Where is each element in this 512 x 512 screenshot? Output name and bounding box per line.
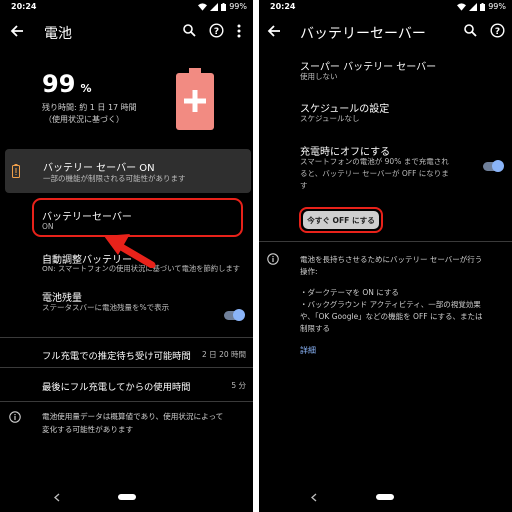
more-options-icon[interactable] — [237, 24, 241, 38]
usage-disclaimer-line1: 電池使用量データは概算値であり、使用状況によって — [42, 412, 224, 421]
app-bar: バッテリーセーバー ? — [259, 14, 512, 48]
back-arrow-icon[interactable] — [267, 24, 281, 38]
turn-off-now-label: 今すぐ OFF にする — [307, 216, 375, 225]
battery-status-icon — [221, 2, 227, 11]
battery-percent-unit: % — [80, 82, 92, 95]
help-icon[interactable]: ? — [490, 23, 505, 38]
nav-home-handle[interactable] — [118, 494, 136, 500]
status-battery-percent: 99% — [229, 2, 247, 11]
usage-since-charge-label: 最後にフル充電してからの使用時間 — [42, 382, 191, 393]
learn-more-link[interactable]: 詳細 — [300, 345, 316, 356]
status-icons: 99% — [457, 2, 506, 11]
toggle-knob — [233, 309, 245, 321]
usage-since-charge-value: 5 分 — [231, 381, 246, 390]
turn-off-now-button[interactable]: 今すぐ OFF にする — [303, 211, 379, 229]
battery-percentage-item[interactable]: 電池残量 ステータスバーに電池残量を%で表示 — [0, 282, 253, 330]
back-arrow-icon[interactable] — [10, 24, 24, 38]
search-icon[interactable] — [183, 24, 196, 37]
battery-saver-status: ON — [42, 222, 54, 231]
battery-saver-title: バッテリーセーバー — [42, 212, 132, 223]
turn-off-when-charged-item[interactable]: 充電時にオフにする スマートフォンの電池が 90% まで充電され ると、バッテリ… — [259, 137, 512, 193]
search-icon[interactable] — [464, 24, 477, 37]
remaining-time: 残り時間: 約 1 日 17 時間 — [42, 103, 137, 112]
usage-since-charge-row: 最後にフル充電してからの使用時間 5 分 — [0, 368, 253, 400]
info-icon — [9, 411, 21, 423]
info-bullet-2-line2: や、「OK Google」などの機能を OFF にする、または — [300, 312, 483, 321]
status-battery-percent: 99% — [488, 2, 506, 11]
signal-icon — [210, 2, 219, 11]
standby-time-row: フル充電での推定待ち受け可能時間 2 日 20 時間 — [0, 338, 253, 366]
info-bullet-1: ・ダークテーマを ON にする — [300, 288, 399, 297]
info-bullet-2-line1: ・バックグラウンド アクティビティ、一部の視覚効果 — [300, 300, 481, 309]
battery-percentage-subtitle: ステータスバーに電池残量を%で表示 — [42, 303, 170, 312]
turn-off-when-charged-desc-line1: スマートフォンの電池が 90% まで充電され — [300, 157, 449, 166]
signal-icon — [469, 2, 478, 11]
status-time: 20:24 — [11, 2, 37, 11]
status-time: 20:24 — [270, 2, 296, 11]
battery-alert-icon — [12, 164, 20, 178]
info-text-line1: 電池を長持ちさせるためにバッテリー セーバーが行う — [300, 255, 483, 264]
info-icon — [267, 253, 279, 265]
turn-off-when-charged-toggle[interactable] — [482, 160, 504, 172]
standby-time-label: フル充電での推定待ち受け可能時間 — [42, 351, 191, 362]
nav-home-handle[interactable] — [376, 494, 394, 500]
info-text-line2: 操作: — [300, 267, 318, 276]
turn-off-when-charged-desc-line2: ると、バッテリー セーバーが OFF になりま — [300, 169, 449, 178]
standby-time-value: 2 日 20 時間 — [202, 350, 246, 359]
schedule-subtitle: スケジュールなし — [300, 114, 360, 123]
battery-percent-value: 99 — [42, 70, 76, 98]
battery-percentage-toggle[interactable] — [223, 309, 245, 321]
nav-back-icon[interactable] — [311, 493, 317, 502]
wifi-icon — [457, 2, 467, 11]
page-title: 電池 — [44, 26, 72, 42]
navigation-bar — [259, 484, 512, 512]
card-subtitle: 一部の機能が制限される可能性があります — [43, 174, 186, 183]
card-title: バッテリー セーバー ON — [43, 163, 155, 174]
status-bar: 20:24 99% — [0, 0, 253, 14]
battery-saver-screen: 20:24 99% バッテリーセーバー ? スーパー バッテリー セーバー 使用… — [259, 0, 512, 512]
help-icon[interactable]: ? — [209, 23, 224, 38]
page-title: バッテリーセーバー — [300, 26, 426, 42]
svg-text:?: ? — [495, 27, 500, 37]
wifi-icon — [198, 2, 208, 11]
status-bar: 20:24 99% — [259, 0, 512, 14]
schedule-item[interactable]: スケジュールの設定 スケジュールなし — [259, 94, 512, 128]
usage-disclaimer-line2: 変化する可能性があります — [42, 425, 134, 434]
app-bar: 電池 ? — [0, 14, 253, 48]
battery-large-icon — [176, 68, 214, 130]
nav-back-icon[interactable] — [54, 493, 60, 502]
battery-settings-screen: 20:24 99% 電池 ? 99 % 残り時間: 約 1 日 17 時間 （使… — [0, 0, 253, 512]
battery-percent: 99 % — [42, 70, 92, 98]
remaining-basis: （使用状況に基づく） — [44, 115, 124, 124]
svg-text:?: ? — [214, 27, 219, 37]
info-bullet-2-line3: 制限する — [300, 324, 330, 333]
battery-status-icon — [480, 2, 486, 11]
toggle-knob — [492, 160, 504, 172]
turn-off-when-charged-desc-line3: す — [300, 181, 308, 190]
navigation-bar — [0, 484, 253, 512]
arrow-annotation-icon — [104, 234, 156, 268]
divider — [259, 241, 512, 242]
super-battery-saver-item[interactable]: スーパー バッテリー セーバー 使用しない — [259, 52, 512, 86]
divider — [0, 401, 253, 402]
super-battery-saver-subtitle: 使用しない — [300, 72, 338, 81]
battery-saver-on-card[interactable]: バッテリー セーバー ON 一部の機能が制限される可能性があります — [5, 149, 251, 193]
status-icons: 99% — [198, 2, 247, 11]
